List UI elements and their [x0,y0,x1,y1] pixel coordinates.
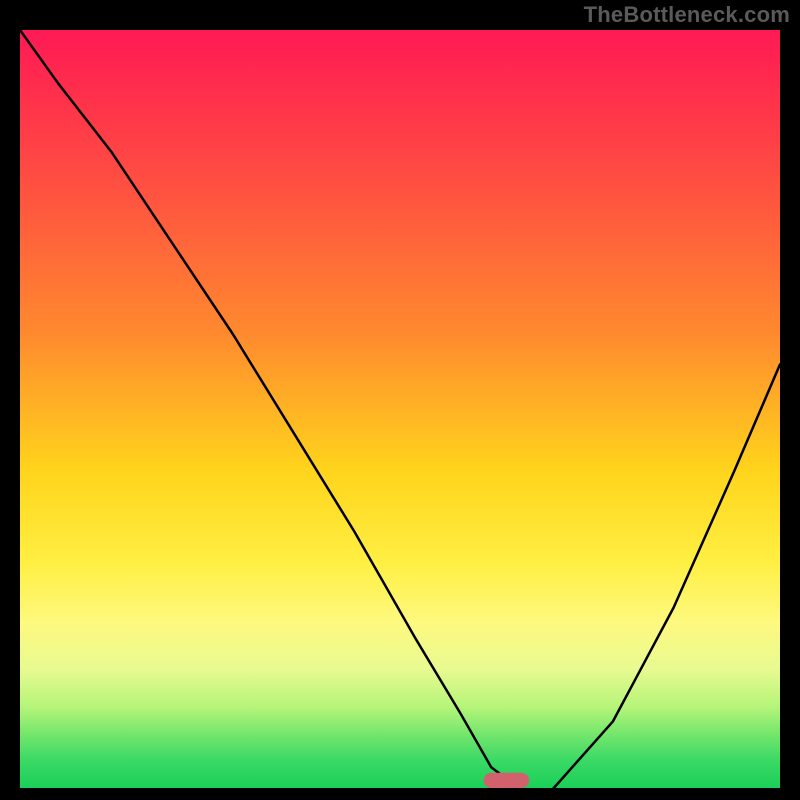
bottleneck-curve [20,30,780,790]
plot-area [20,30,780,790]
chart-overlay [20,30,780,790]
chart-frame: TheBottleneck.com [0,0,800,800]
attribution-label: TheBottleneck.com [584,2,790,28]
optimal-marker [484,773,530,788]
